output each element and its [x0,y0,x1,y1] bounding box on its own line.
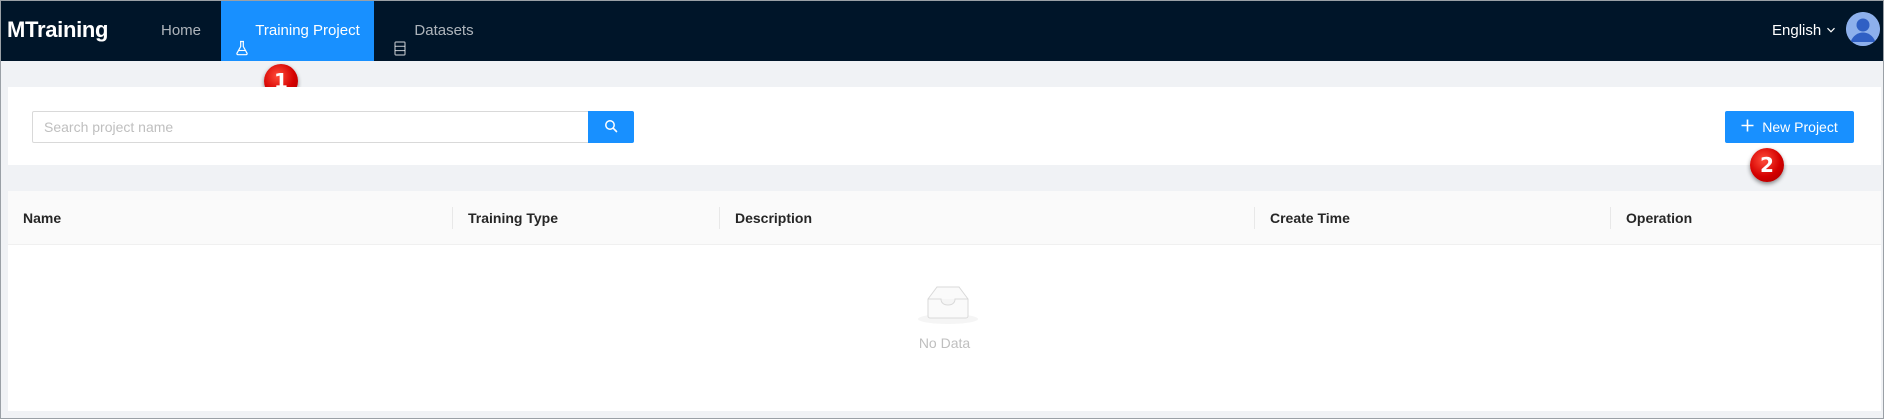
nav-item-label: Training Project [255,22,360,39]
empty-inbox-icon [916,281,980,325]
search-input[interactable] [32,111,589,143]
annotation-badge-2: 2 [1750,148,1784,182]
language-label: English [1772,22,1822,39]
nav-item-datasets[interactable]: Datasets [374,1,494,61]
top-navigation-bar: MTraining Home Training Project Datasets… [1,1,1883,61]
nav-item-label: Datasets [414,22,474,39]
app-brand: MTraining [7,17,109,42]
empty-state: No Data [8,245,1881,411]
column-header-operation: Operation [1626,210,1693,226]
flask-icon [235,23,249,56]
column-header-training-type: Training Type [468,210,558,226]
column-header-create-time: Create Time [1270,210,1350,226]
search-panel: New Project [8,87,1881,165]
projects-table: Name Training Type Description Create Ti… [8,191,1881,411]
search-button[interactable] [588,111,634,143]
language-selector[interactable]: English [1772,1,1836,61]
plus-icon [1741,119,1754,135]
column-header-description: Description [735,210,813,226]
nav-item-home[interactable]: Home [141,1,221,61]
empty-state-text: No Data [918,335,971,351]
nav-item-training-project[interactable]: Training Project [221,1,374,61]
database-icon [394,23,408,56]
chevron-down-icon [1826,2,1836,60]
nav-item-label: Home [160,22,201,39]
column-header-name: Name [23,210,62,226]
table-header: Name Training Type Description Create Ti… [8,191,1881,245]
new-project-label: New Project [1762,119,1838,135]
user-avatar-icon[interactable] [1846,12,1880,46]
new-project-button[interactable]: New Project [1725,111,1854,143]
search-icon [604,119,618,136]
